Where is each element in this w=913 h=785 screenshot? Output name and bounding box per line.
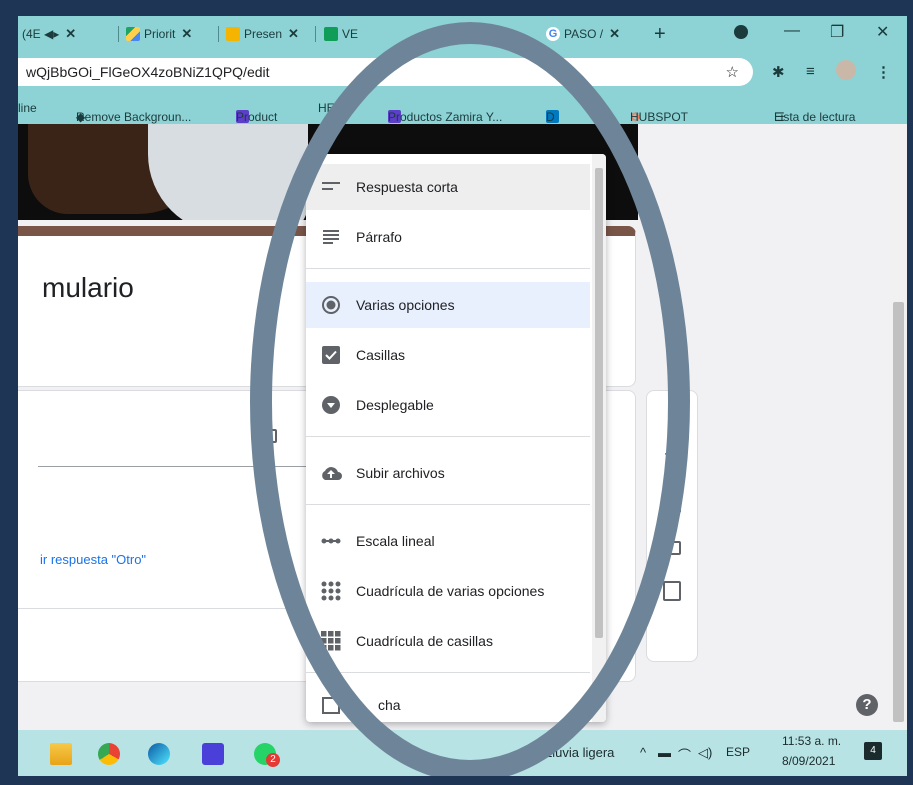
tab-drive[interactable]: Priorit ✕ xyxy=(126,16,192,52)
window-close-icon[interactable]: ✕ xyxy=(876,22,889,42)
menu-item-paragraph[interactable]: Párrafo xyxy=(306,214,590,260)
weather-text[interactable]: C Lluvia ligera xyxy=(532,745,614,760)
menu-item-dropdown[interactable]: Desplegable xyxy=(306,382,590,428)
menu-item-date[interactable]: cha xyxy=(306,682,590,722)
sheets-icon xyxy=(324,27,338,41)
tab-bar: (4E ◀▸ ✕ Priorit ✕ Presen ✕ VE G PASO / … xyxy=(18,16,907,52)
bookmarks-bar: line ◆ Remove Backgroun... Product HEL..… xyxy=(18,92,907,125)
menu-item-checkboxes[interactable]: Casillas xyxy=(306,332,590,378)
screen: (4E ◀▸ ✕ Priorit ✕ Presen ✕ VE G PASO / … xyxy=(18,16,907,776)
add-image-icon[interactable] xyxy=(663,499,681,513)
help-icon[interactable]: ? xyxy=(856,694,878,716)
forms-page: mulario ir respuesta "Otro" T ? Respuest… xyxy=(18,124,907,730)
bookmark-item[interactable]: line xyxy=(18,101,37,115)
question-input-underline xyxy=(38,466,314,467)
battery-icon[interactable]: ▬ xyxy=(658,745,671,760)
tab-label: PASO / xyxy=(564,27,604,41)
menu-item-short-answer[interactable]: Respuesta corta xyxy=(306,164,590,210)
divider xyxy=(18,608,318,609)
radio-icon xyxy=(320,295,342,315)
notification-badge: 2 xyxy=(266,753,280,767)
windows-taskbar: 2 C Lluvia ligera ^ ▬ ⌒ ◁) ESP 11:53 a. … xyxy=(18,730,907,776)
whatsapp-icon[interactable]: 2 xyxy=(254,743,280,767)
menu-item-multiple-choice[interactable]: Varias opciones xyxy=(306,282,590,328)
tab-slides[interactable]: Presen ✕ xyxy=(226,16,299,52)
file-explorer-icon[interactable] xyxy=(50,743,72,765)
restore-icon[interactable]: ❐ xyxy=(830,22,844,42)
edge-icon[interactable] xyxy=(148,743,170,765)
tab-divider xyxy=(218,26,219,42)
tab-ve[interactable]: VE xyxy=(324,16,358,52)
clock-time[interactable]: 11:53 a. m. xyxy=(782,734,841,748)
form-title[interactable]: mulario xyxy=(42,272,134,304)
tab-label: VE xyxy=(342,27,359,41)
checkbox-icon xyxy=(320,346,342,364)
google-icon: G xyxy=(546,27,560,41)
page-scrollbar[interactable] xyxy=(890,124,907,730)
url-field[interactable]: wQjBbGOi_FlGeOX4zoBNiZ1QPQ/edit ☆ xyxy=(18,58,753,86)
add-section-icon[interactable] xyxy=(663,581,681,601)
menu-scrollbar[interactable] xyxy=(592,154,606,722)
volume-icon[interactable]: ◁) xyxy=(698,745,712,761)
notifications-icon[interactable]: 4 xyxy=(864,742,882,760)
tab-label: (4E ◀▸ xyxy=(22,27,60,41)
bookmark-star-icon[interactable]: ☆ xyxy=(726,63,739,81)
tab-divider xyxy=(315,26,316,42)
tab-label: Presen xyxy=(244,27,283,41)
close-icon[interactable]: ✕ xyxy=(609,26,620,42)
tray-chevron-icon[interactable]: ^ xyxy=(640,745,646,760)
clock-date[interactable]: 8/09/2021 xyxy=(782,754,835,768)
minimize-icon[interactable]: — xyxy=(784,22,800,40)
question-toolbar: T xyxy=(646,390,698,662)
image-icon[interactable] xyxy=(261,429,277,443)
checkbox-grid-icon xyxy=(320,631,342,651)
menu-item-multiple-choice-grid[interactable]: Cuadrícula de varias opciones xyxy=(306,568,590,614)
short-answer-icon xyxy=(320,182,342,192)
slides-icon xyxy=(226,27,240,41)
add-other-link[interactable]: ir respuesta "Otro" xyxy=(40,552,146,567)
drive-icon xyxy=(126,27,140,41)
tab-paso[interactable]: G PASO / ✕ xyxy=(546,16,620,52)
profile-extension-icon[interactable] xyxy=(734,25,748,39)
url-text: wQjBbGOi_FlGeOX4zoBNiZ1QPQ/edit xyxy=(26,64,270,80)
add-title-icon[interactable]: T xyxy=(665,451,675,469)
chrome-icon[interactable] xyxy=(98,743,120,765)
question-type-menu: Respuesta corta Párrafo Varias opciones … xyxy=(306,154,606,722)
menu-item-file-upload[interactable]: Subir archivos xyxy=(306,450,590,496)
paragraph-icon xyxy=(320,230,342,244)
linear-scale-icon xyxy=(320,537,342,545)
app-icon[interactable] xyxy=(202,743,224,765)
extensions-icon[interactable]: ✱ xyxy=(772,63,785,81)
upload-cloud-icon xyxy=(320,465,342,481)
multiple-choice-grid-icon xyxy=(320,581,342,601)
close-icon[interactable]: ✕ xyxy=(181,26,192,42)
tab-label: Priorit xyxy=(144,27,176,41)
date-icon xyxy=(320,696,342,714)
address-bar-row: wQjBbGOi_FlGeOX4zoBNiZ1QPQ/edit ☆ ✱ ≡ ⋮ xyxy=(18,52,907,92)
reading-list-icon[interactable]: ≡ xyxy=(806,63,815,80)
add-video-icon[interactable] xyxy=(663,541,681,555)
avatar[interactable] xyxy=(836,60,856,80)
menu-item-checkbox-grid[interactable]: Cuadrícula de casillas xyxy=(306,618,590,664)
close-icon[interactable]: ✕ xyxy=(288,26,299,42)
wifi-icon[interactable]: ⌒ xyxy=(678,745,691,764)
language-indicator[interactable]: ESP xyxy=(726,745,750,759)
new-tab-button[interactable]: + xyxy=(654,16,666,52)
menu-item-linear-scale[interactable]: Escala lineal xyxy=(306,518,590,564)
bookmark-item[interactable]: HEL... xyxy=(318,101,351,115)
tab-youtube[interactable]: (4E ◀▸ ✕ xyxy=(22,16,76,52)
dropdown-icon xyxy=(320,395,342,415)
tab-divider xyxy=(118,26,119,42)
more-menu-icon[interactable]: ⋮ xyxy=(876,63,891,81)
close-icon[interactable]: ✕ xyxy=(65,26,76,42)
